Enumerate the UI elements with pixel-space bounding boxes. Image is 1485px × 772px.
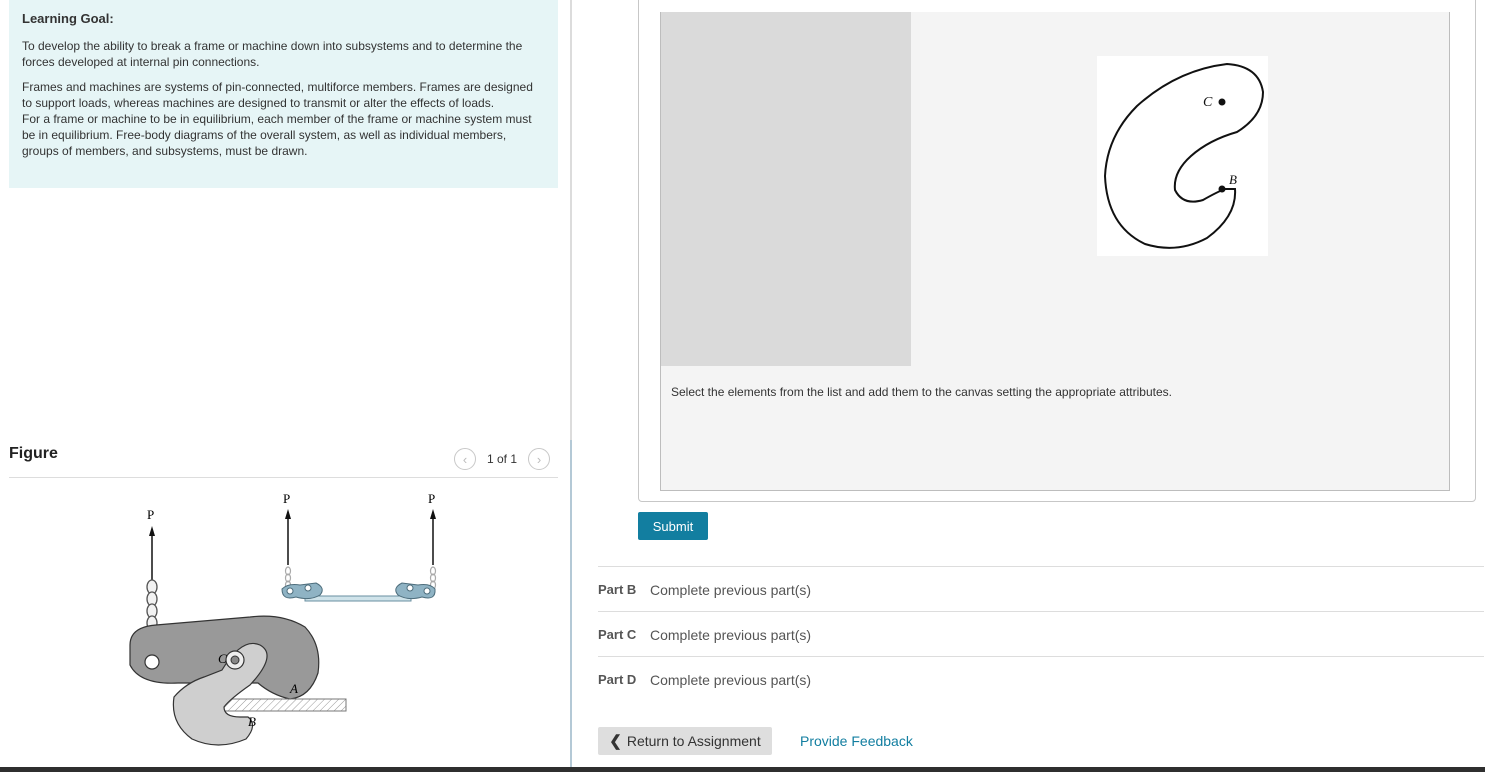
part-label: Part D <box>598 672 637 687</box>
element-list-panel[interactable] <box>661 12 911 366</box>
part-label: Part B <box>598 582 637 597</box>
hook-label-b: B <box>1229 172 1237 187</box>
provide-feedback-link[interactable]: Provide Feedback <box>800 733 913 749</box>
part-b-row[interactable]: Part B Complete previous part(s) <box>598 566 1484 610</box>
learning-goal-text: For a frame or machine to be in equilibr… <box>22 112 532 158</box>
submit-button[interactable]: Submit <box>638 512 708 540</box>
figure-label-b: B <box>248 714 256 729</box>
part-c-row[interactable]: Part C Complete previous part(s) <box>598 611 1484 655</box>
figure-label-c: C <box>218 651 227 666</box>
figure-label-p: P <box>147 507 154 522</box>
force-arrow <box>285 509 291 565</box>
part-d-row[interactable]: Part D Complete previous part(s) <box>598 656 1484 700</box>
chevron-right-icon: › <box>536 451 542 467</box>
hook-label-c: C <box>1203 95 1213 110</box>
point-c-marker <box>1218 98 1226 106</box>
figure-label-p: P <box>283 491 290 506</box>
part-status: Complete previous part(s) <box>650 672 812 688</box>
canvas-instructions: Select the elements from the list and ad… <box>671 385 1172 399</box>
chevron-left-icon: ❮ <box>609 733 622 750</box>
force-arrow <box>430 509 436 565</box>
left-pane: Learning Goal: To develop the ability to… <box>0 0 571 772</box>
point-b-marker <box>1218 185 1226 193</box>
return-to-assignment-button[interactable]: ❮ Return to Assignment <box>598 727 772 755</box>
hook-outline <box>1103 62 1265 249</box>
hook-diagram: C B <box>1097 56 1268 256</box>
learning-goal-title: Learning Goal: <box>22 11 114 26</box>
figure-divider <box>9 477 558 478</box>
learning-goal-text: To develop the ability to break a frame … <box>22 39 523 69</box>
spreader-bar <box>281 582 436 602</box>
learning-goal-text: Frames and machines are systems of pin-c… <box>22 80 533 110</box>
part-label: Part C <box>598 627 637 642</box>
figure-label-a: A <box>289 681 298 696</box>
figure-label-p: P <box>428 491 435 506</box>
ground-plate <box>217 698 347 712</box>
figure-pager: ‹ 1 of 1 › <box>454 447 551 471</box>
pane-divider-handle[interactable] <box>570 440 572 772</box>
force-arrow <box>149 526 155 583</box>
learning-goal-box: Learning Goal: To develop the ability to… <box>9 0 558 188</box>
part-status: Complete previous part(s) <box>650 627 812 643</box>
next-figure-button[interactable]: › <box>528 448 551 470</box>
return-to-assignment-label: Return to Assignment <box>626 733 761 749</box>
previous-figure-button[interactable]: ‹ <box>454 448 476 470</box>
figure-image: P P P C A B <box>129 491 437 746</box>
bottom-bar <box>0 767 1485 772</box>
pager-text: 1 of 1 <box>487 452 518 466</box>
figure-title: Figure <box>9 445 58 462</box>
chevron-left-icon: ‹ <box>462 451 468 467</box>
part-status: Complete previous part(s) <box>650 582 812 598</box>
